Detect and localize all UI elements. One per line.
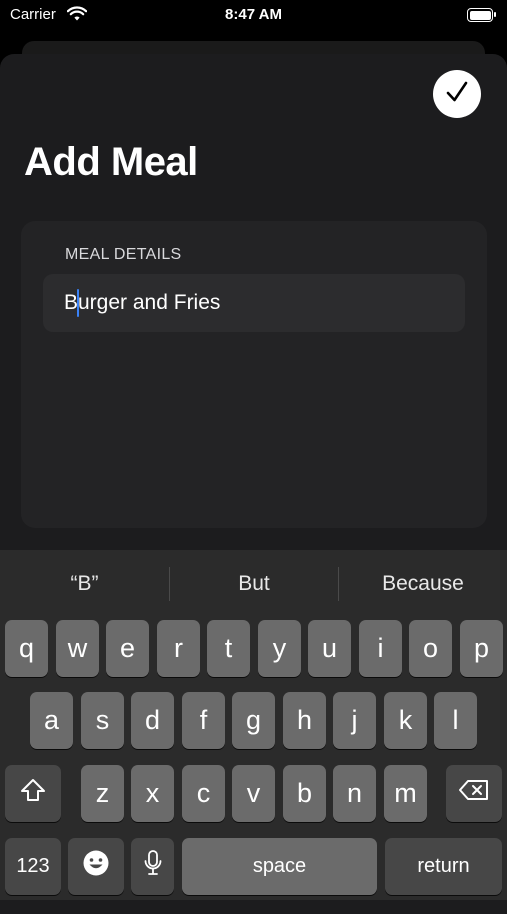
key-t[interactable]: t	[207, 620, 250, 677]
battery-icon	[467, 8, 496, 22]
key-n[interactable]: n	[333, 765, 376, 822]
shift-icon	[20, 778, 46, 809]
key-h[interactable]: h	[283, 692, 326, 749]
key-r[interactable]: r	[157, 620, 200, 677]
key-u[interactable]: u	[308, 620, 351, 677]
key-a[interactable]: a	[30, 692, 73, 749]
key-d[interactable]: d	[131, 692, 174, 749]
suggestion-3[interactable]: Because	[339, 572, 507, 596]
done-button[interactable]	[433, 70, 481, 118]
key-m[interactable]: m	[384, 765, 427, 822]
return-key[interactable]: return	[385, 838, 502, 895]
meal-name-value: Burger and Fries	[64, 291, 221, 314]
key-q[interactable]: q	[5, 620, 48, 677]
section-label: MEAL DETAILS	[65, 246, 182, 263]
key-c[interactable]: c	[182, 765, 225, 822]
key-v[interactable]: v	[232, 765, 275, 822]
key-x[interactable]: x	[131, 765, 174, 822]
key-s[interactable]: s	[81, 692, 124, 749]
key-y[interactable]: y	[258, 620, 301, 677]
meal-name-input[interactable]: Burger and Fries	[43, 274, 465, 332]
key-f[interactable]: f	[182, 692, 225, 749]
key-w[interactable]: w	[56, 620, 99, 677]
battery-fill	[469, 10, 491, 20]
key-g[interactable]: g	[232, 692, 275, 749]
key-e[interactable]: e	[106, 620, 149, 677]
key-k[interactable]: k	[384, 692, 427, 749]
dictation-key[interactable]	[131, 838, 174, 895]
key-i[interactable]: i	[359, 620, 402, 677]
text-cursor	[77, 289, 79, 317]
shift-key[interactable]	[5, 765, 61, 822]
key-b[interactable]: b	[283, 765, 326, 822]
microphone-icon	[143, 849, 163, 884]
suggestion-2[interactable]: But	[170, 572, 338, 596]
keyboard: “B” But Because q w e r t y u i o p a s …	[0, 550, 507, 900]
checkmark-icon	[445, 80, 469, 109]
suggestion-1[interactable]: “B”	[0, 572, 169, 596]
emoji-icon	[82, 849, 110, 884]
space-key[interactable]: space	[182, 838, 377, 895]
emoji-key[interactable]	[68, 838, 124, 895]
key-o[interactable]: o	[409, 620, 452, 677]
delete-key[interactable]	[446, 765, 502, 822]
key-p[interactable]: p	[460, 620, 503, 677]
numbers-key[interactable]: 123	[5, 838, 61, 895]
status-bar: Carrier 8:47 AM	[0, 0, 507, 32]
meal-details-card	[21, 221, 487, 528]
key-j[interactable]: j	[333, 692, 376, 749]
key-l[interactable]: l	[434, 692, 477, 749]
page-title: Add Meal	[24, 140, 198, 184]
status-time: 8:47 AM	[225, 6, 282, 23]
key-z[interactable]: z	[81, 765, 124, 822]
delete-icon	[458, 778, 490, 809]
